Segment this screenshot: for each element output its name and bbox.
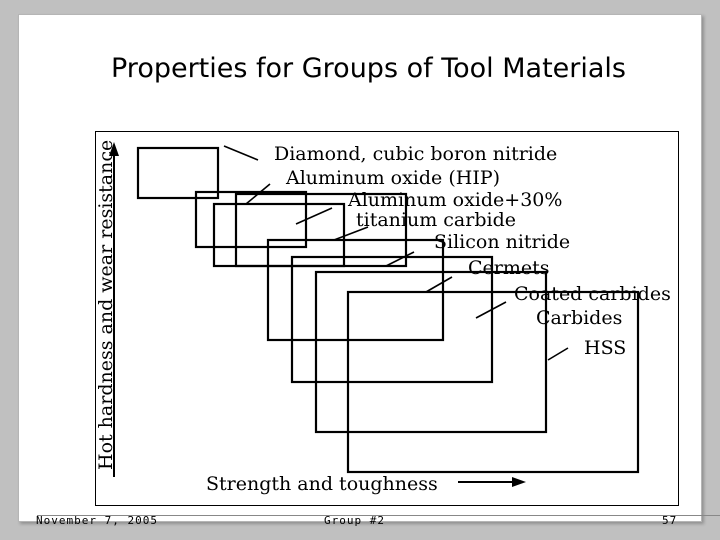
box-carbides (314, 270, 548, 434)
y-axis-label: Hot hardness and wear resistance (96, 140, 117, 470)
label-alumina-tic-1: Aluminum oxide+30% (347, 189, 562, 211)
slide-canvas: Properties for Groups of Tool Materials … (18, 14, 720, 522)
label-cermets: Cermets (468, 257, 550, 279)
label-alumina-tic-2: titanium carbide (356, 209, 516, 231)
label-alumina-hip: Aluminum oxide (HIP) (285, 167, 500, 189)
callout-labels: Diamond, cubic boron nitride Aluminum ox… (274, 143, 671, 359)
label-hss: HSS (584, 337, 626, 359)
label-silicon-nitride: Silicon nitride (434, 231, 570, 253)
box-coated-carbides (290, 255, 494, 384)
x-axis-label: Strength and toughness (206, 473, 438, 495)
tool-materials-figure: Hot hardness and wear resistance Strengt… (95, 131, 679, 506)
footer-page-number: 57 (662, 514, 678, 527)
box-cermets (266, 238, 445, 342)
label-coated-carbides: Coated carbides (514, 283, 671, 305)
figure-svg: Hot hardness and wear resistance Strengt… (96, 140, 671, 495)
label-diamond-cbn: Diamond, cubic boron nitride (274, 143, 557, 165)
label-carbides: Carbides (536, 307, 622, 329)
box-diamond-cbn (136, 146, 220, 200)
x-axis-arrow (458, 477, 526, 487)
footer-date: November 7, 2005 (36, 514, 158, 527)
slide: Properties for Groups of Tool Materials … (0, 0, 720, 540)
page-title: Properties for Groups of Tool Materials (111, 53, 626, 84)
footer-center: Group #2 (324, 514, 385, 527)
